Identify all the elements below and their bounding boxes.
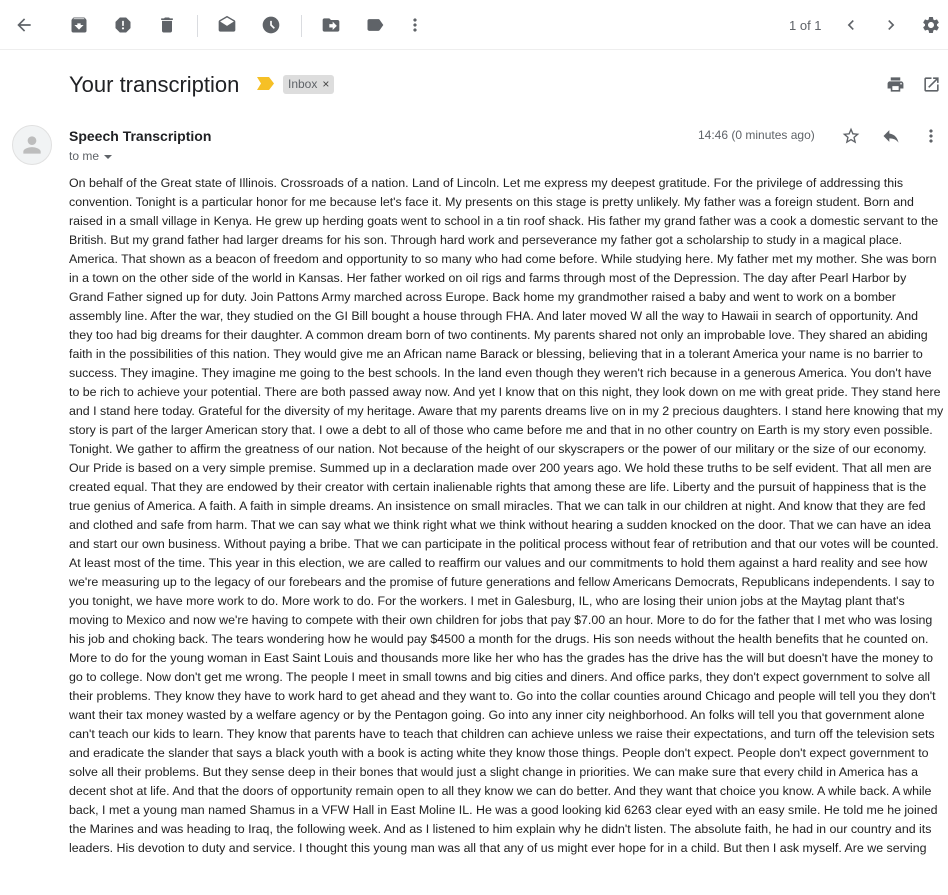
label-chip-inbox: Inbox × bbox=[283, 75, 335, 94]
sender-name[interactable]: Speech Transcription bbox=[69, 128, 211, 144]
star-icon[interactable] bbox=[839, 124, 863, 148]
back-arrow-icon[interactable] bbox=[10, 11, 38, 39]
reply-icon[interactable] bbox=[879, 124, 903, 148]
report-spam-icon[interactable] bbox=[109, 11, 137, 39]
avatar bbox=[12, 125, 52, 165]
subject-row: Your transcription Inbox × bbox=[0, 60, 948, 108]
message-timestamp: 14:46 (0 minutes ago) bbox=[698, 128, 815, 142]
remove-label-button[interactable]: × bbox=[322, 77, 329, 94]
mark-unread-icon[interactable] bbox=[213, 11, 241, 39]
pager-count: 1 of 1 bbox=[789, 18, 822, 33]
open-in-new-window-icon[interactable] bbox=[920, 73, 942, 95]
labels-icon[interactable] bbox=[361, 11, 389, 39]
toolbar: 1 of 1 bbox=[0, 0, 948, 50]
label-chip-text: Inbox bbox=[288, 77, 318, 91]
chevron-left-icon[interactable] bbox=[837, 11, 865, 39]
toolbar-divider bbox=[197, 15, 198, 37]
print-icon[interactable] bbox=[884, 73, 906, 95]
email-body: On behalf of the Great state of Illinois… bbox=[69, 176, 944, 855]
person-icon bbox=[23, 136, 41, 154]
archive-icon[interactable] bbox=[65, 11, 93, 39]
snooze-icon[interactable] bbox=[257, 11, 285, 39]
recipient-text: to me bbox=[69, 149, 100, 163]
toolbar-divider bbox=[301, 15, 302, 37]
more-vert-icon[interactable] bbox=[401, 11, 429, 39]
email-subject: Your transcription bbox=[69, 72, 240, 97]
chevron-right-icon[interactable] bbox=[877, 11, 905, 39]
delete-icon[interactable] bbox=[153, 11, 181, 39]
importance-marker-icon[interactable] bbox=[257, 77, 274, 90]
chevron-down-icon bbox=[104, 154, 113, 159]
message-more-vert-icon[interactable] bbox=[919, 124, 943, 148]
recipient-details-toggle[interactable]: to me bbox=[69, 149, 113, 163]
move-to-icon[interactable] bbox=[317, 11, 345, 39]
settings-gear-icon[interactable] bbox=[917, 11, 945, 39]
